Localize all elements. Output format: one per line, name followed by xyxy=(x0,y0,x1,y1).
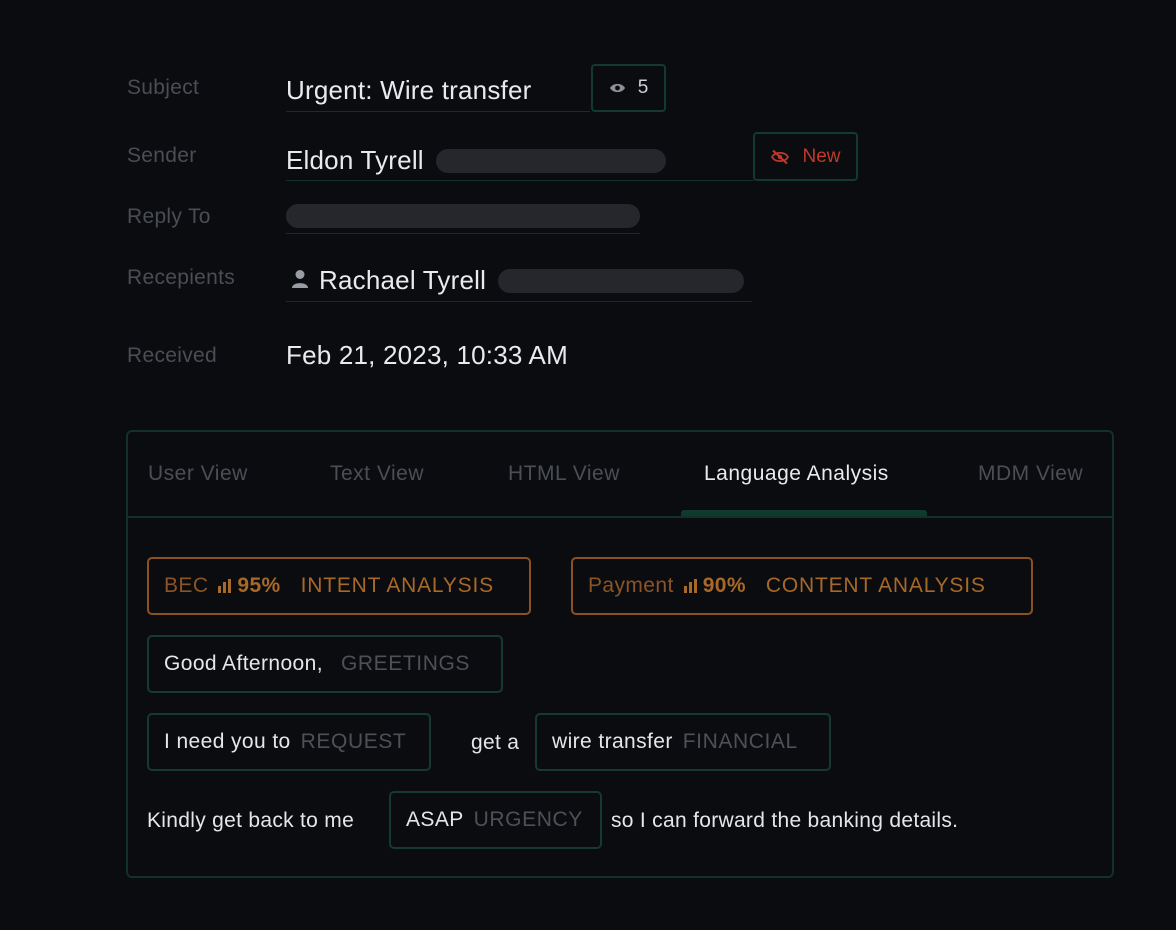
request-category: REQUEST xyxy=(300,730,407,753)
content-category: CONTENT ANALYSIS xyxy=(765,574,986,597)
recipient-name: Rachael Tyrell xyxy=(319,265,487,295)
tab-mdm-view[interactable]: MDM View xyxy=(978,462,1083,486)
request-tag[interactable]: I need you to REQUEST xyxy=(147,713,431,771)
tab-language-analysis[interactable]: Language Analysis xyxy=(704,462,889,486)
new-sender-badge[interactable]: New xyxy=(753,132,858,181)
greeting-text: Good Afternoon, xyxy=(164,652,323,675)
views-count-badge[interactable]: 5 xyxy=(591,64,666,112)
received-value: Feb 21, 2023, 10:33 AM xyxy=(286,340,568,370)
received-label: Received xyxy=(127,344,217,367)
recipient-email-redacted xyxy=(498,268,745,293)
intent-category: INTENT ANALYSIS xyxy=(300,574,494,597)
tab-bar: User View Text View HTML View Language A… xyxy=(128,432,1112,518)
intent-analysis-tag[interactable]: BEC 95% INTENT ANALYSIS xyxy=(147,557,531,615)
greeting-category: GREETINGS xyxy=(340,652,471,675)
tab-text-view[interactable]: Text View xyxy=(330,462,424,486)
content-score: 90% xyxy=(702,574,746,597)
intent-score: 95% xyxy=(237,574,281,597)
views-count: 5 xyxy=(637,77,649,98)
subject-label: Subject xyxy=(127,76,200,99)
score-bars-icon xyxy=(218,579,232,593)
intent-name: BEC xyxy=(164,574,209,597)
user-icon xyxy=(292,269,308,288)
content-name: Payment xyxy=(588,574,674,597)
urgency-tag[interactable]: ASAP URGENCY xyxy=(389,791,602,849)
tab-html-view[interactable]: HTML View xyxy=(508,462,620,486)
active-tab-indicator xyxy=(681,510,927,516)
financial-text: wire transfer xyxy=(552,730,673,753)
email-view-panel: User View Text View HTML View Language A… xyxy=(126,430,1114,878)
reply-to-redacted xyxy=(286,203,640,228)
urgency-suffix-text: so I can forward the banking details. xyxy=(611,809,959,832)
content-analysis-tag[interactable]: Payment 90% CONTENT ANALYSIS xyxy=(571,557,1033,615)
financial-tag[interactable]: wire transfer FINANCIAL xyxy=(535,713,831,771)
sender-label: Sender xyxy=(127,144,197,167)
connector-text: get a xyxy=(471,731,520,754)
subject-value: Urgent: Wire transfer xyxy=(286,75,532,105)
sender-name: Eldon Tyrell xyxy=(286,145,424,175)
sender-field: Eldon Tyrell xyxy=(286,141,754,181)
urgency-category: URGENCY xyxy=(473,808,583,831)
new-badge-label: New xyxy=(802,145,841,167)
recipients-label: Recepients xyxy=(127,266,236,289)
score-bars-icon xyxy=(683,579,697,593)
tab-user-view[interactable]: User View xyxy=(148,462,248,486)
request-text: I need you to xyxy=(164,730,291,753)
subject-field: Urgent: Wire transfer xyxy=(286,70,590,112)
reply-to-field xyxy=(286,198,640,234)
recipients-field: Rachael Tyrell xyxy=(286,260,752,302)
financial-category: FINANCIAL xyxy=(682,730,798,753)
urgency-prefix-text: Kindly get back to me xyxy=(147,809,355,832)
greeting-tag[interactable]: Good Afternoon, GREETINGS xyxy=(147,635,503,693)
sender-email-redacted xyxy=(435,148,666,173)
email-details-page: Subject Urgent: Wire transfer 5 Sender E… xyxy=(0,0,1176,930)
eye-icon xyxy=(609,83,625,93)
urgency-text: ASAP xyxy=(406,808,464,831)
reply-to-label: Reply To xyxy=(127,205,211,228)
eye-slash-icon xyxy=(771,149,790,164)
